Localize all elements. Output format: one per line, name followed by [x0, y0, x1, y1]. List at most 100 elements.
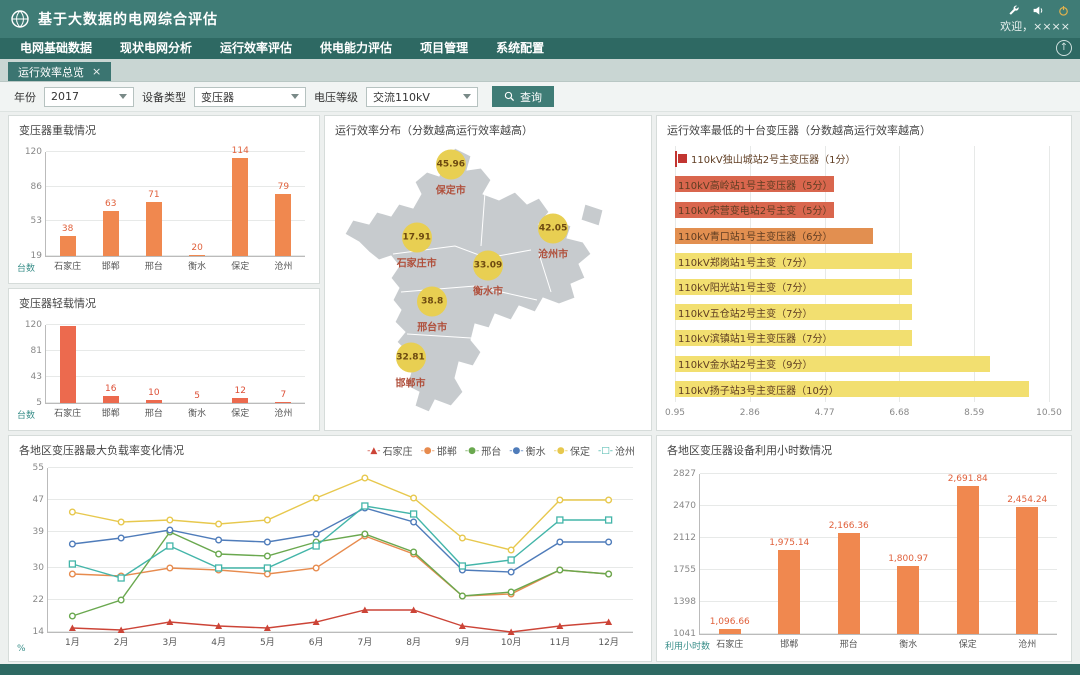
transformer-bar[interactable]: [675, 151, 677, 167]
bar[interactable]: [232, 158, 248, 256]
voltage-level-label: 电压等级: [314, 89, 358, 105]
utilization-hours-bar-chart: 1041139817552112247028271,096.66石家庄1,975…: [661, 460, 1065, 657]
series-line-邯郸: [72, 536, 608, 596]
efficiency-score-bubble[interactable]: 42.05: [538, 214, 568, 244]
tab-efficiency-overview[interactable]: 运行效率总览 ×: [8, 62, 111, 81]
bar[interactable]: [719, 629, 741, 634]
welcome-text: 欢迎，××××: [1000, 18, 1070, 34]
line-plot-area: 1422303947551月2月3月4月5月6月7月8月9月10月11月12月: [47, 468, 633, 633]
y-axis-tick: 30: [33, 563, 44, 573]
device-type-select[interactable]: 变压器: [194, 87, 306, 107]
x-axis-tick: 8月: [406, 635, 421, 648]
search-icon: [504, 91, 515, 102]
circle-marker: [70, 541, 76, 547]
x-axis-tick: 4.77: [815, 408, 835, 418]
legend-marker-icon: -●-: [509, 446, 523, 456]
bar[interactable]: [103, 396, 119, 403]
bar[interactable]: [60, 236, 76, 256]
bar-slot: 114保定: [219, 152, 262, 256]
bar[interactable]: [146, 400, 162, 403]
chevron-down-icon: [463, 94, 471, 99]
bar[interactable]: [778, 550, 800, 634]
wrench-icon[interactable]: [1007, 4, 1020, 17]
bar-plot-area: 1041139817552112247028271,096.66石家庄1,975…: [699, 474, 1057, 635]
efficiency-score-bubble[interactable]: 17.91: [402, 222, 432, 252]
nav-item-system-config[interactable]: 系统配置: [482, 38, 558, 59]
circle-marker: [313, 531, 319, 537]
legend-name: 沧州: [615, 443, 635, 458]
circle-marker: [313, 565, 319, 571]
bar-slot: 71邢台: [132, 152, 175, 256]
efficiency-score-bubble[interactable]: 33.09: [473, 250, 503, 280]
legend-item-衡水[interactable]: -●-衡水: [509, 443, 545, 458]
bar[interactable]: [232, 398, 248, 403]
bar[interactable]: [957, 486, 979, 634]
power-icon[interactable]: [1057, 4, 1070, 17]
bar[interactable]: [146, 202, 162, 256]
transformer-row: 110kV阳光站1号主变（7分）: [675, 279, 1049, 295]
province-outline: [345, 148, 591, 412]
legend-name: 衡水: [526, 443, 546, 458]
bar-value-label: 1,800.97: [869, 554, 949, 564]
square-marker: [508, 557, 514, 563]
year-select[interactable]: 2017: [44, 87, 134, 107]
bar[interactable]: [275, 402, 291, 403]
legend-name: 保定: [570, 443, 590, 458]
panel-light-load-title: 变压器轻载情况: [19, 295, 96, 311]
panel-worst-ten-transformers: 运行效率最低的十台变压器（分数越高运行效率越高） 110kV独山城站2号主变压器…: [656, 115, 1072, 431]
city-label: 保定市: [436, 181, 466, 196]
legend-name: 邯郸: [437, 443, 457, 458]
detached-region: [581, 204, 603, 226]
close-icon[interactable]: ×: [92, 65, 101, 78]
efficiency-score-bubble[interactable]: 32.81: [396, 343, 426, 373]
legend-item-沧州[interactable]: -□-沧州: [598, 443, 635, 458]
voltage-level-select[interactable]: 交流110kV: [366, 87, 478, 107]
bar[interactable]: [103, 211, 119, 256]
circle-marker: [313, 495, 319, 501]
panel-heavy-load-title: 变压器重载情况: [19, 122, 96, 138]
speaker-icon[interactable]: [1032, 4, 1045, 17]
square-marker: [216, 565, 222, 571]
x-axis-category-label: 沧州: [992, 637, 1064, 650]
nav-item-efficiency-eval[interactable]: 运行效率评估: [206, 38, 306, 59]
chevron-down-icon: [119, 94, 127, 99]
legend-marker-icon: -●-: [421, 446, 435, 456]
circle-marker: [557, 539, 563, 545]
light-load-bar-chart: 54381120石家庄16邯郸10邢台5衡水12保定7沧州台数: [13, 313, 313, 426]
bar[interactable]: [189, 255, 205, 256]
transformer-row: 110kV高岭站1号主变压器（5分）: [675, 176, 1049, 192]
efficiency-score-bubble[interactable]: 45.96: [436, 149, 466, 179]
legend-marker-icon: -●-: [465, 446, 479, 456]
panel-heavy-load: 变压器重载情况 19538612038石家庄63邯郸71邢台20衡水114保定7…: [8, 115, 320, 284]
circle-marker: [265, 517, 271, 523]
legend-item-保定[interactable]: -●-保定: [554, 443, 590, 458]
legend-item-邯郸[interactable]: -●-邯郸: [421, 443, 457, 458]
efficiency-map: 45.96保定市17.91石家庄市33.09衡水市42.05沧州市38.8邢台市…: [333, 142, 643, 422]
circle-marker: [606, 497, 612, 503]
legend-item-石家庄[interactable]: -▲-石家庄: [367, 443, 412, 458]
bar-slot: 1,096.66石家庄: [700, 474, 760, 634]
bar[interactable]: [60, 326, 76, 403]
bar-value-label: 7: [252, 390, 315, 400]
collapse-up-icon[interactable]: ↑: [1056, 40, 1072, 56]
nav-item-supply-capacity-eval[interactable]: 供电能力评估: [306, 38, 406, 59]
y-axis-tick: 2112: [673, 533, 696, 543]
x-axis-category-label: 沧州: [256, 406, 311, 419]
nav-item-project-management[interactable]: 项目管理: [406, 38, 482, 59]
bar[interactable]: [897, 566, 919, 634]
query-button[interactable]: 查询: [492, 86, 554, 107]
bar[interactable]: [1016, 507, 1038, 634]
efficiency-score-bubble[interactable]: 38.8: [417, 287, 447, 317]
transformer-label: 110kV金水站2号主变（9分）: [678, 356, 812, 372]
square-marker: [557, 517, 563, 523]
nav-item-grid-base-data[interactable]: 电网基础数据: [6, 38, 106, 59]
bar-slot: 1,975.14邯郸: [760, 474, 820, 634]
hbar-plot-area: 110kV独山城站2号主变压器（1分） 110kV高岭站1号主变压器（5分） 110…: [675, 146, 1049, 402]
bar[interactable]: [275, 194, 291, 256]
legend-item-邢台[interactable]: -●-邢台: [465, 443, 501, 458]
nav-item-current-grid-analysis[interactable]: 现状电网分析: [106, 38, 206, 59]
transformer-row: 110kV独山城站2号主变压器（1分）: [675, 151, 1049, 167]
transformer-label: 110kV郑岗站1号主变（7分）: [678, 253, 812, 269]
bar[interactable]: [838, 533, 860, 634]
y-axis-tick: 22: [33, 595, 44, 605]
